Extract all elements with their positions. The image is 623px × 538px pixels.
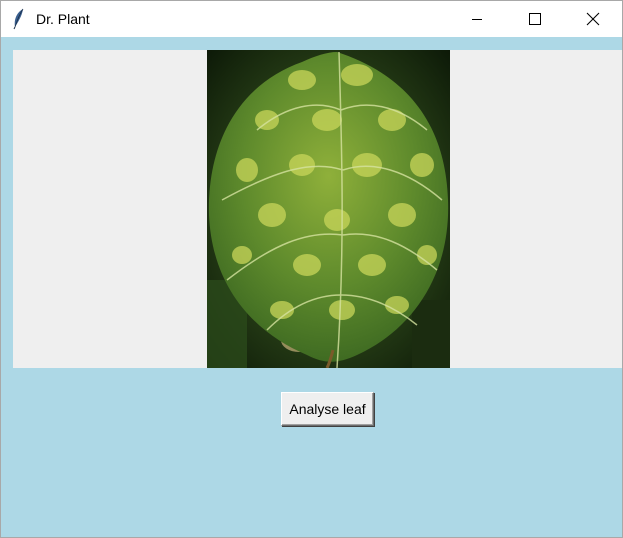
app-window: Dr. Plant Analyse leaf: [0, 0, 623, 538]
minimize-icon: [472, 19, 482, 20]
main-area: Analyse leaf: [1, 37, 622, 537]
feather-icon: [13, 8, 24, 30]
close-button[interactable]: [570, 1, 616, 37]
window-title: Dr. Plant: [36, 11, 90, 27]
title-bar[interactable]: Dr. Plant: [1, 1, 622, 37]
close-icon: [586, 12, 600, 26]
image-panel: [13, 50, 622, 368]
analyse-leaf-button[interactable]: Analyse leaf: [281, 392, 374, 426]
maximize-icon: [529, 13, 541, 25]
leaf-image: [207, 50, 450, 368]
maximize-button[interactable]: [512, 1, 558, 37]
minimize-button[interactable]: [454, 1, 500, 37]
